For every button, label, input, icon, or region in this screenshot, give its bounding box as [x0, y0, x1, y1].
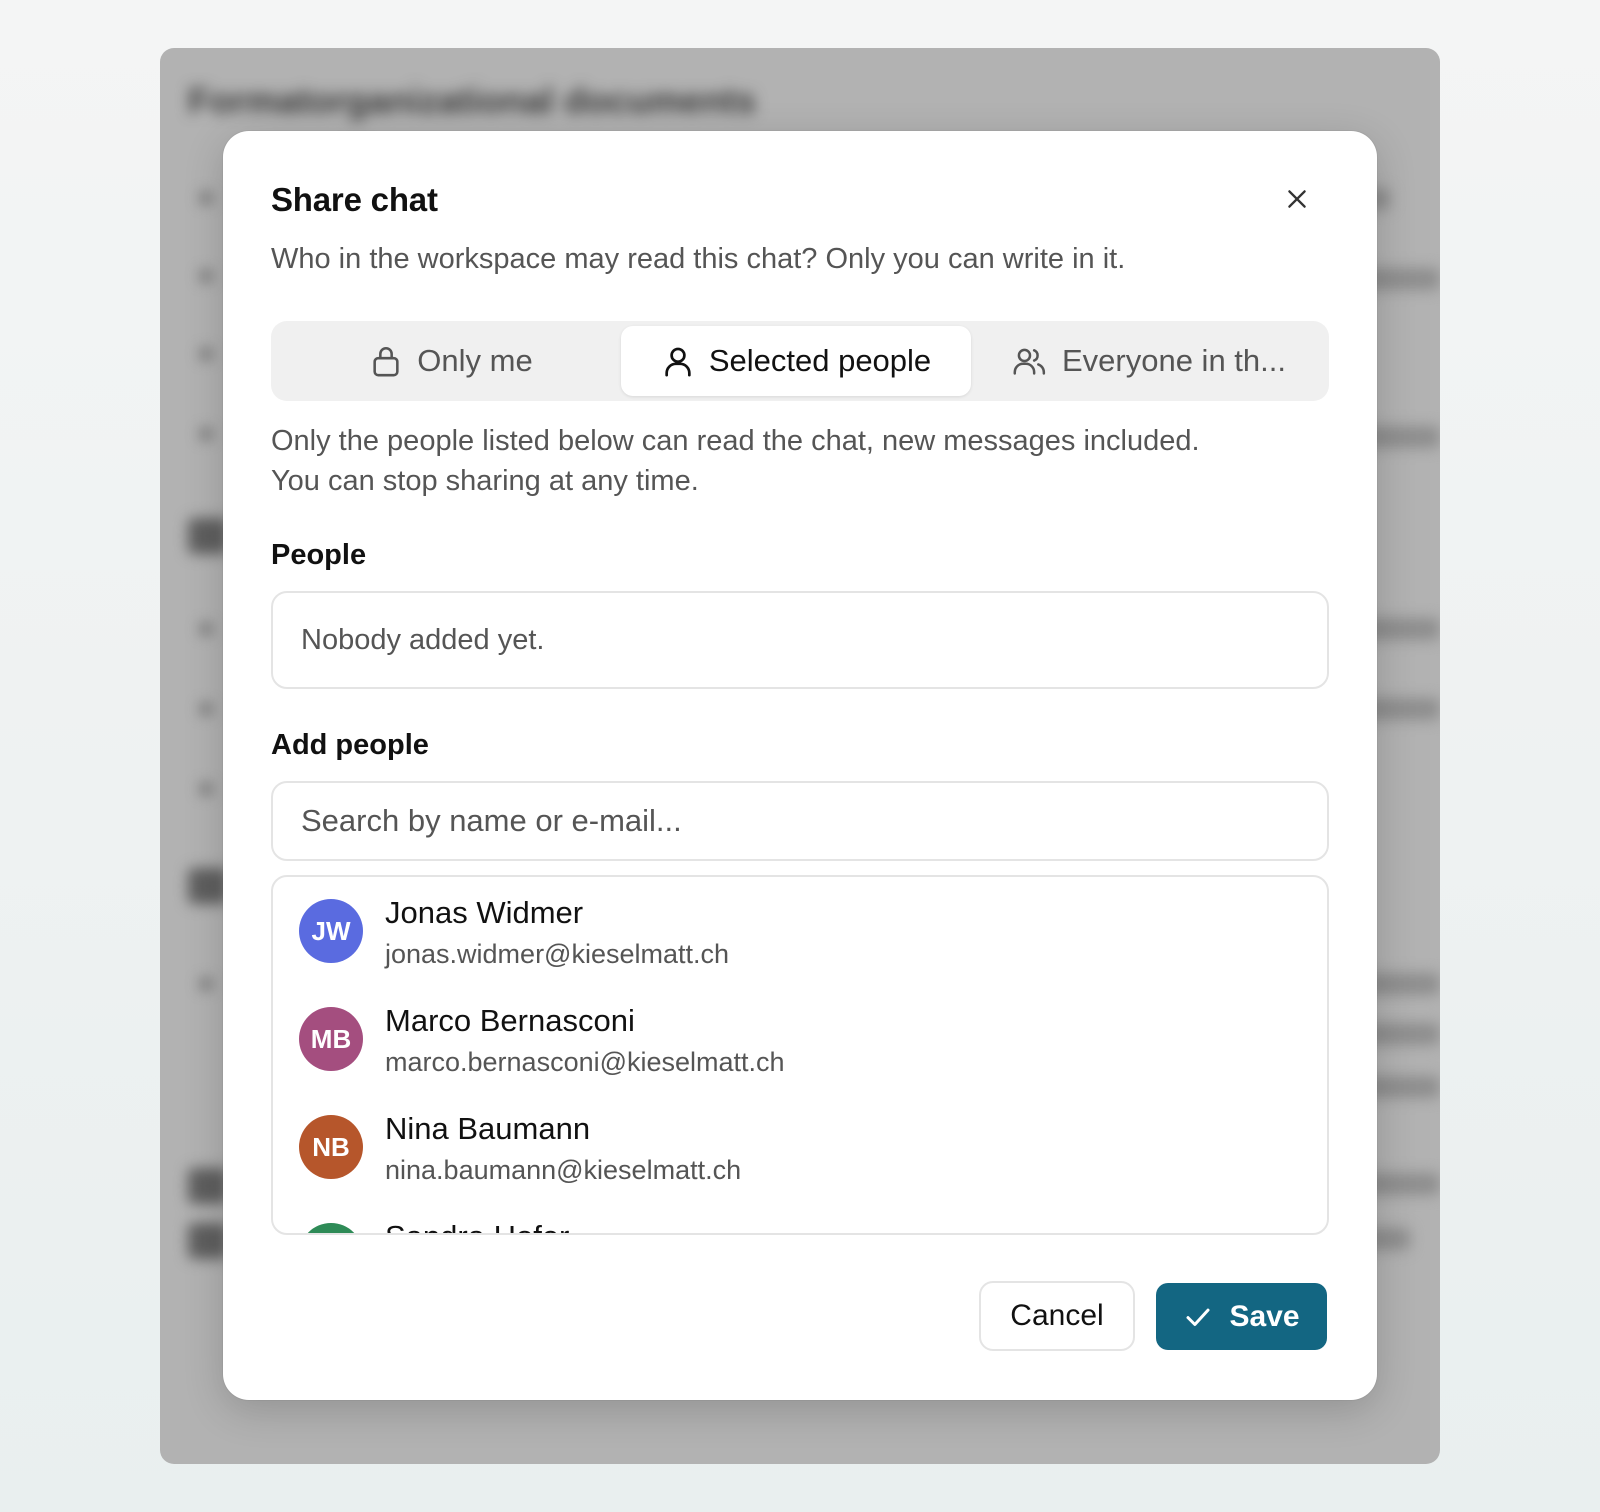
- avatar: JW: [299, 899, 363, 963]
- add-people-label: Add people: [271, 729, 429, 761]
- close-button[interactable]: [1279, 181, 1315, 217]
- share-chat-dialog: Share chat Who in the workspace may read…: [223, 131, 1377, 1400]
- background-bullet: [200, 348, 212, 360]
- people-suggestion-list[interactable]: JW Jonas Widmer jonas.widmer@kieselmatt.…: [271, 875, 1329, 1235]
- check-icon: [1186, 1308, 1210, 1326]
- person-email: jonas.widmer@kieselmatt.ch: [385, 939, 730, 969]
- empty-state-text: Nobody added yet.: [301, 623, 545, 656]
- list-item[interactable]: NB Nina Baumann nina.baumann@kieselmatt.…: [273, 1093, 1327, 1201]
- people-search-input[interactable]: [271, 781, 1329, 861]
- close-icon: [1288, 190, 1306, 208]
- person-name: Marco Bernasconi: [385, 1003, 635, 1038]
- person-name: Jonas Widmer: [385, 895, 584, 930]
- background-bullet: [200, 978, 212, 990]
- cancel-button[interactable]: Cancel: [979, 1281, 1135, 1351]
- lock-icon: [373, 347, 399, 377]
- avatar: NB: [299, 1115, 363, 1179]
- background-bullet: [200, 270, 212, 282]
- option-label: Only me: [417, 343, 533, 378]
- save-label: Save: [1229, 1299, 1300, 1333]
- person-name: Nina Baumann: [385, 1111, 591, 1146]
- avatar: [299, 1223, 363, 1233]
- option-everyone[interactable]: Everyone in th...: [974, 326, 1324, 396]
- background-bullet: [200, 192, 212, 204]
- user-icon: [665, 347, 691, 377]
- person-name: Sandra Hofer: [385, 1219, 569, 1233]
- background-heading: [188, 1223, 228, 1259]
- people-label: People: [271, 539, 367, 571]
- background-bullet: [200, 623, 212, 635]
- users-icon: [1013, 348, 1046, 375]
- avatar: MB: [299, 1007, 363, 1071]
- background-heading: [188, 1168, 228, 1204]
- option-label: Everyone in th...: [1061, 343, 1286, 378]
- description-line: Only the people listed below can read th…: [271, 425, 1200, 457]
- save-button[interactable]: Save: [1156, 1283, 1327, 1350]
- dialog-title: Share chat: [271, 181, 438, 218]
- option-only-me[interactable]: Only me: [276, 326, 626, 396]
- visibility-selector: Only me Selected people Everyone in th..…: [271, 321, 1329, 401]
- list-item[interactable]: JW Jonas Widmer jonas.widmer@kieselmatt.…: [273, 877, 1327, 985]
- background-heading: [188, 518, 228, 554]
- background-bullet: [200, 428, 212, 440]
- background-bullet: [200, 703, 212, 715]
- background-page-title: Formatorganizational documents: [188, 80, 757, 121]
- list-item[interactable]: MB Marco Bernasconi marco.bernasconi@kie…: [273, 985, 1327, 1093]
- background-heading: [188, 868, 228, 904]
- list-item[interactable]: Sandra Hofer: [273, 1201, 1327, 1233]
- description-line: You can stop sharing at any time.: [271, 465, 699, 497]
- sharing-description: Only the people listed below can read th…: [271, 421, 1331, 501]
- selected-people-box: Nobody added yet.: [271, 591, 1329, 689]
- dialog-subtitle: Who in the workspace may read this chat?…: [271, 243, 1126, 275]
- option-selected-people[interactable]: Selected people: [621, 326, 971, 396]
- person-email: marco.bernasconi@kieselmatt.ch: [385, 1047, 785, 1077]
- option-label: Selected people: [708, 343, 932, 378]
- background-bullet: [200, 783, 212, 795]
- person-email: nina.baumann@kieselmatt.ch: [385, 1155, 742, 1185]
